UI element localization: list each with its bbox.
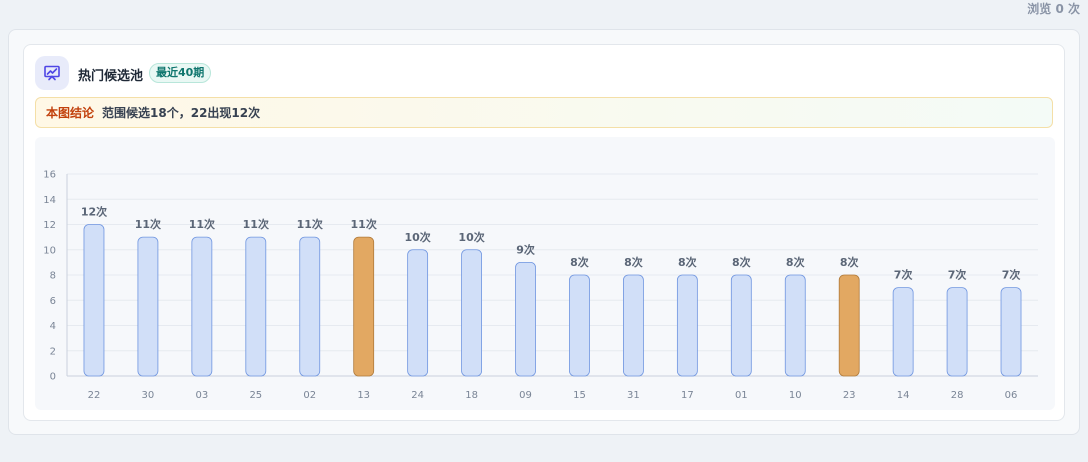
bar (353, 236, 375, 377)
period-badge: 最近40期 (149, 63, 212, 83)
x-tick-label: 30 (142, 390, 155, 401)
y-tick-label: 16 (43, 170, 56, 181)
presentation-chart-icon (35, 56, 69, 90)
bar (407, 249, 429, 377)
y-tick-label: 10 (43, 245, 56, 256)
bar (730, 274, 752, 377)
y-tick-label: 6 (50, 296, 56, 307)
x-tick-label: 23 (843, 390, 856, 401)
x-tick-label: 18 (465, 390, 478, 401)
x-tick-label: 03 (195, 390, 208, 401)
bar-value-label: 8次 (840, 255, 859, 269)
chart-area: 0 2 4 6 8 10 12 14 16 12次 22 11次 30 11次 03 11次 25 11次 02 11… (35, 137, 1055, 410)
bar-value-label: 12次 (81, 205, 107, 219)
bar-value-label: 10次 (458, 230, 484, 244)
x-tick-label: 01 (735, 390, 748, 401)
x-tick-label: 13 (357, 390, 370, 401)
bar (191, 236, 213, 377)
bar (461, 249, 482, 377)
x-tick-label: 25 (249, 390, 262, 401)
bar-value-label: 7次 (1002, 268, 1021, 282)
bar-value-label: 11次 (243, 217, 269, 231)
y-tick-label: 4 (50, 321, 56, 332)
bar-value-label: 11次 (189, 217, 215, 231)
x-tick-label: 02 (303, 390, 316, 401)
bar (83, 224, 105, 377)
x-tick-label: 06 (1005, 390, 1018, 401)
x-tick-label: 17 (681, 390, 694, 401)
bar-value-label: 7次 (894, 268, 913, 282)
hot-candidates-card: 热门候选池 最近40期 本图结论 范围候选18个，22出现12次 0 2 4 6 8 10… (23, 44, 1065, 421)
y-tick-label: 8 (50, 271, 56, 282)
bar-value-label: 11次 (135, 217, 161, 231)
x-tick-label: 24 (411, 390, 424, 401)
bar-value-label: 7次 (948, 268, 967, 282)
bar-value-label: 11次 (351, 217, 377, 231)
bar (946, 287, 968, 377)
bar-value-label: 8次 (570, 255, 589, 269)
outer-panel: 热门候选池 最近40期 本图结论 范围候选18个，22出现12次 0 2 4 6 8 10… (8, 29, 1080, 435)
bar (623, 274, 644, 377)
bar (676, 274, 698, 377)
conclusion-text: 范围候选18个，22出现12次 (102, 106, 261, 120)
bar (515, 261, 536, 377)
y-tick-label: 2 (50, 346, 56, 357)
y-tick-label: 12 (43, 220, 56, 231)
x-tick-label: 15 (573, 390, 586, 401)
y-tick-label: 14 (43, 195, 56, 206)
bar-value-label: 10次 (404, 230, 430, 244)
x-tick-label: 09 (519, 390, 532, 401)
card-title: 热门候选池 (78, 69, 144, 84)
conclusion-label: 本图结论 (46, 106, 95, 120)
x-tick-label: 22 (88, 390, 101, 401)
bar-value-label: 9次 (516, 242, 535, 256)
bar (299, 236, 321, 377)
bar-chart: 024681012141612次2211次3011次0311次2511次0211… (43, 170, 1038, 401)
y-tick-label: 0 (50, 372, 56, 383)
bar-value-label: 8次 (786, 255, 805, 269)
bar-value-label: 8次 (678, 255, 697, 269)
bar-value-label: 11次 (297, 217, 323, 231)
x-tick-label: 28 (951, 390, 964, 401)
bar (1000, 287, 1022, 377)
bar (892, 287, 914, 377)
bar (569, 274, 590, 377)
bar-value-label: 8次 (624, 255, 643, 269)
bar (137, 236, 159, 377)
conclusion-bar: 本图结论 范围候选18个，22出现12次 (35, 97, 1053, 128)
bar (245, 236, 267, 377)
x-tick-label: 10 (789, 390, 802, 401)
x-tick-label: 14 (897, 390, 910, 401)
bar (784, 274, 806, 377)
view-count: 浏览 0 次 (1027, 2, 1080, 16)
x-tick-label: 31 (627, 390, 640, 401)
bar (838, 274, 860, 377)
bar-value-label: 8次 (732, 255, 751, 269)
